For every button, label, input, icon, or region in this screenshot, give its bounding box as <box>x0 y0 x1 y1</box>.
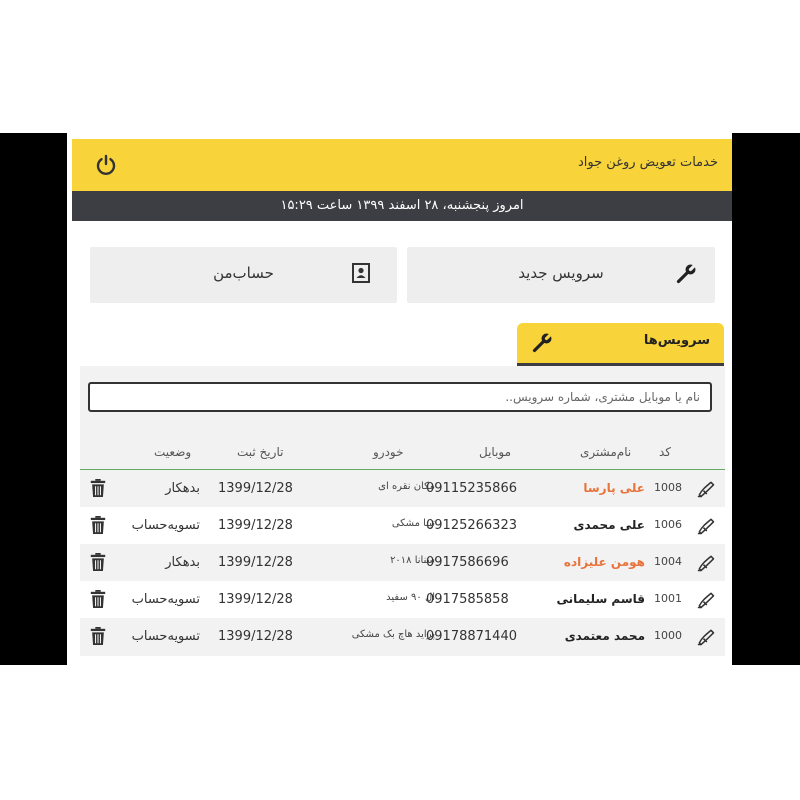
app-frame: خدمات تعویض روغن جواد امروز پنجشنبه، ۲۸ … <box>67 133 732 665</box>
table-row[interactable]: 1006 علی محمدی 09125266323 تیبا مشکی 139… <box>80 507 725 544</box>
row-code: 1008 <box>654 481 682 494</box>
app-title: خدمات تعویض روغن جواد <box>578 155 718 170</box>
edit-hand-icon[interactable] <box>696 553 716 573</box>
header-customer: نام‌مشتری <box>580 445 632 459</box>
header-status: وضعیت <box>154 445 192 459</box>
services-panel: کد نام‌مشتری موبایل خودرو تاریخ ثبت وضعی… <box>80 366 725 656</box>
top-bar: خدمات تعویض روغن جواد <box>72 139 732 191</box>
trash-icon[interactable] <box>89 552 107 572</box>
trash-icon[interactable] <box>89 626 107 646</box>
row-status: تسویه‌حساب <box>131 629 200 644</box>
row-customer[interactable]: علی پارسا <box>583 481 645 495</box>
row-date: 1399/12/28 <box>218 518 293 533</box>
row-customer[interactable]: محمد معتمدی <box>565 629 645 643</box>
row-customer[interactable]: قاسم سلیمانی <box>556 592 645 606</box>
wrench-icon <box>532 331 554 353</box>
header-date: تاریخ ثبت <box>237 445 284 459</box>
row-code: 1000 <box>654 629 682 642</box>
edit-hand-icon[interactable] <box>696 590 716 610</box>
row-customer[interactable]: علی محمدی <box>574 518 645 532</box>
table-row[interactable]: 1008 علی پارسا 09115235866 مکان نقره ای … <box>80 470 725 507</box>
header-code: کد <box>659 445 672 459</box>
my-account-label: حساب‌من <box>213 264 274 282</box>
power-icon[interactable] <box>94 153 118 177</box>
row-car: تیبا مشکی <box>391 518 435 529</box>
row-mobile: 0917585858 <box>426 592 509 607</box>
header-car: خودرو <box>373 445 404 459</box>
row-code: 1001 <box>654 592 682 605</box>
trash-icon[interactable] <box>89 589 107 609</box>
my-account-button[interactable]: حساب‌من <box>90 247 397 303</box>
row-car: سنانا ۲۰۱۸ <box>390 555 435 566</box>
date-bar: امروز پنجشنبه، ۲۸ اسفند ۱۳۹۹ ساعت ۱۵:۲۹ <box>72 191 732 221</box>
search-input[interactable] <box>88 382 712 412</box>
trash-icon[interactable] <box>89 515 107 535</box>
row-status: بدهکار <box>165 481 200 496</box>
edit-hand-icon[interactable] <box>696 479 716 499</box>
row-customer[interactable]: هومن علیزاده <box>564 555 645 569</box>
row-car: مکان نقره ای <box>378 481 435 492</box>
row-car: ال ۹۰ سفید <box>386 592 435 603</box>
edit-hand-icon[interactable] <box>696 516 716 536</box>
header-mobile: موبایل <box>479 445 512 459</box>
current-date: امروز پنجشنبه، ۲۸ اسفند ۱۳۹۹ ساعت ۱۵:۲۹ <box>280 198 524 213</box>
new-service-label: سرویس جدید <box>518 264 604 282</box>
row-car: پراید هاچ بک مشکی <box>351 629 435 640</box>
tab-services-label: سرویس‌ها <box>643 333 710 348</box>
row-mobile: 0917586696 <box>426 555 509 570</box>
table-row[interactable]: 1004 هومن علیزاده 0917586696 سنانا ۲۰۱۸ … <box>80 544 725 581</box>
table-row[interactable]: 1001 قاسم سلیمانی 0917585858 ال ۹۰ سفید … <box>80 581 725 618</box>
row-code: 1006 <box>654 518 682 531</box>
edit-hand-icon[interactable] <box>696 627 716 647</box>
row-mobile: 09115235866 <box>426 481 517 496</box>
row-code: 1004 <box>654 555 682 568</box>
row-status: تسویه‌حساب <box>131 518 200 533</box>
row-date: 1399/12/28 <box>218 555 293 570</box>
new-service-button[interactable]: سرویس جدید <box>407 247 715 303</box>
row-status: بدهکار <box>165 555 200 570</box>
tab-services[interactable]: سرویس‌ها <box>517 323 724 367</box>
row-date: 1399/12/28 <box>218 629 293 644</box>
row-date: 1399/12/28 <box>218 481 293 496</box>
table-row[interactable]: 1000 محمد معتمدی 09178871440 پراید هاچ ب… <box>80 618 725 655</box>
row-mobile: 09178871440 <box>426 629 517 644</box>
trash-icon[interactable] <box>89 478 107 498</box>
row-mobile: 09125266323 <box>426 518 517 533</box>
row-status: تسویه‌حساب <box>131 592 200 607</box>
row-date: 1399/12/28 <box>218 592 293 607</box>
